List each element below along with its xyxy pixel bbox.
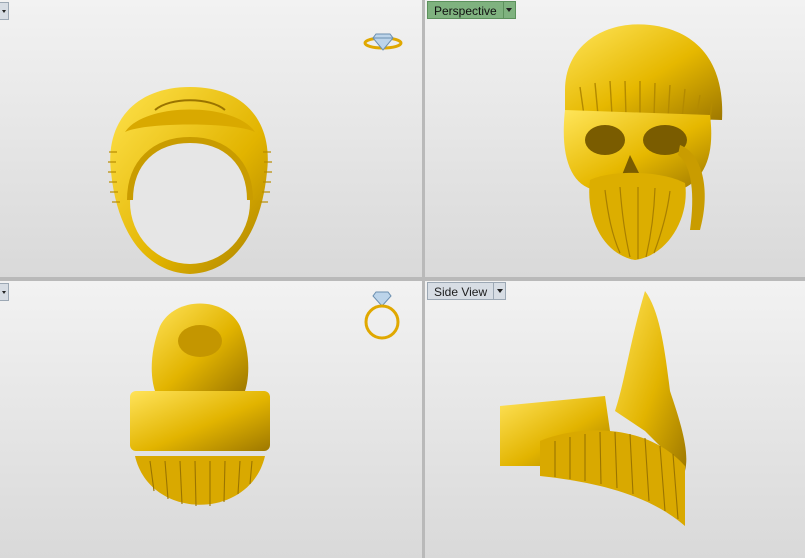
- ring-top-model: [130, 303, 270, 507]
- viewport-label: Side View: [427, 282, 494, 300]
- chevron-down-icon[interactable]: [502, 1, 516, 19]
- ring-front-model: [108, 87, 272, 274]
- viewport-side[interactable]: Side View: [425, 281, 805, 558]
- tab-perspective[interactable]: Perspective: [427, 1, 516, 19]
- ring-upright-icon: [364, 291, 400, 340]
- viewport-label: Perspective: [427, 1, 503, 19]
- view-menu-dropdown[interactable]: [0, 2, 9, 20]
- ring-diamond-icon: [363, 33, 403, 51]
- chevron-down-icon: [2, 9, 6, 13]
- ring-side-model: [500, 291, 687, 526]
- viewport-perspective[interactable]: Perspective: [425, 0, 805, 277]
- view-menu-dropdown[interactable]: [0, 283, 9, 301]
- skull-perspective-model: [563, 24, 723, 260]
- viewport-front[interactable]: [0, 0, 422, 277]
- viewport-top[interactable]: [0, 281, 422, 558]
- chevron-down-icon: [2, 290, 6, 294]
